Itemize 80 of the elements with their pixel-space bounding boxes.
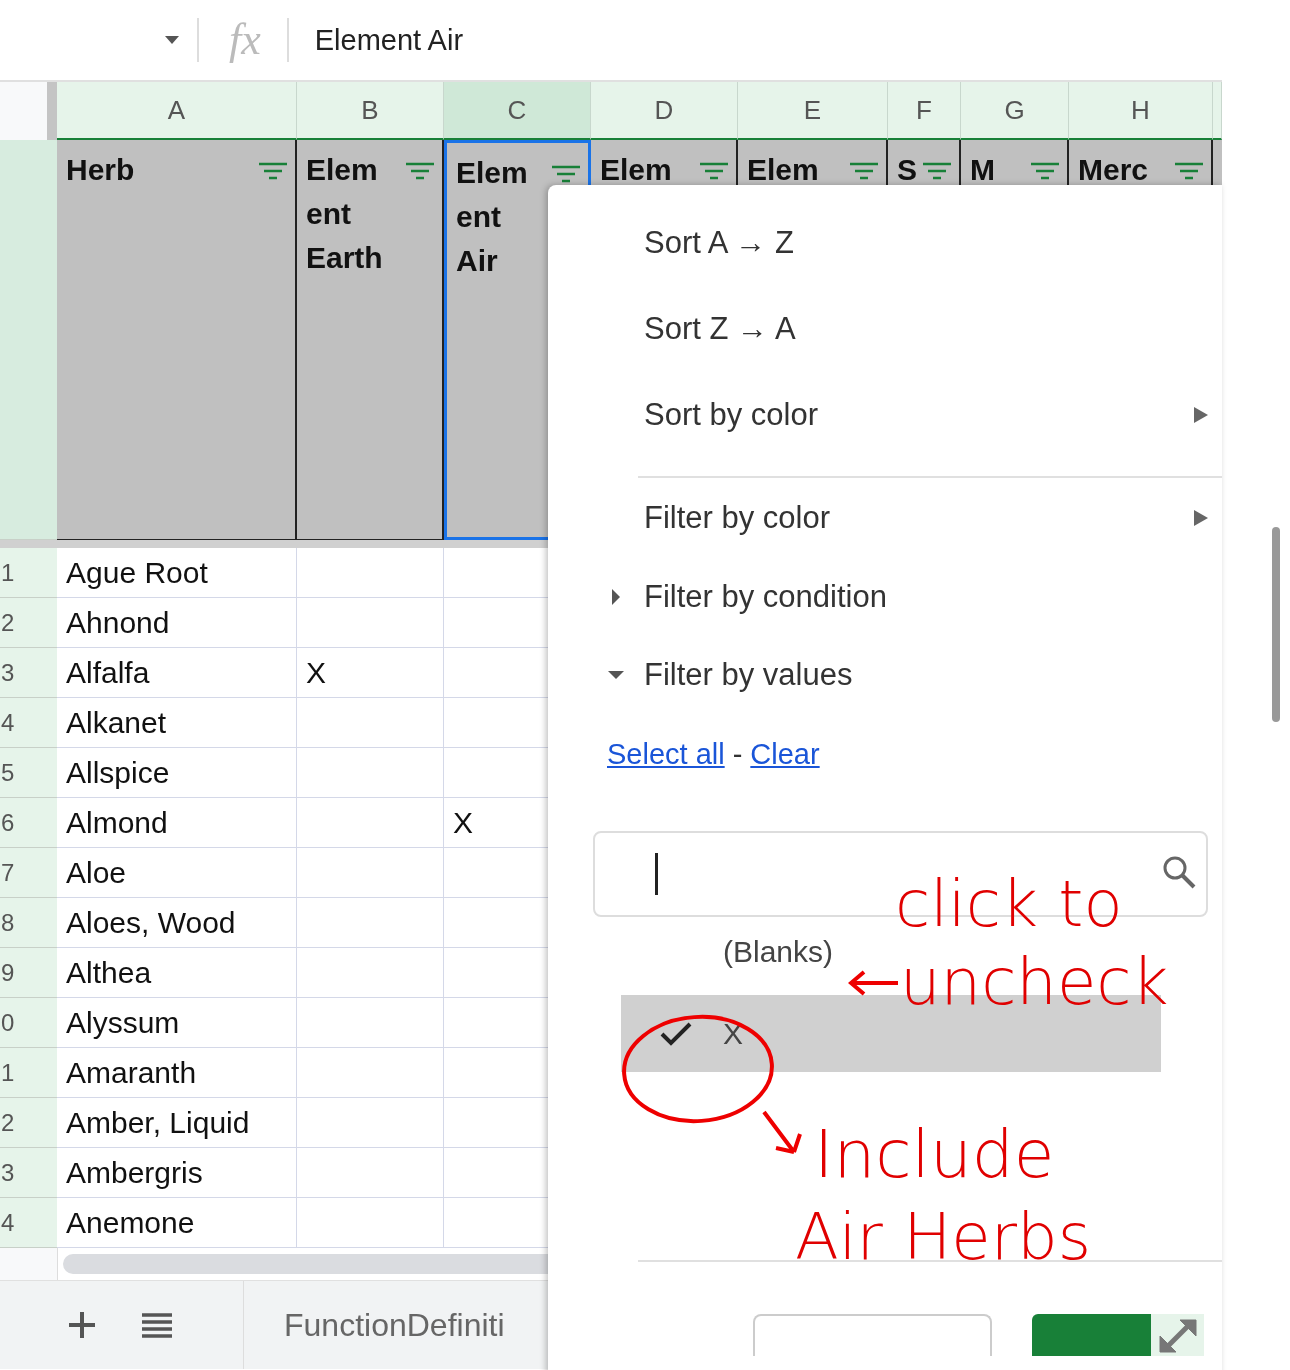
search-icon[interactable] [1162,855,1196,889]
handwritten-note: click to [895,872,1123,936]
filter-icon[interactable] [700,162,728,180]
arrow-annotation [848,968,900,998]
column-header[interactable]: D [591,82,738,140]
row-number: 4 [0,1198,57,1248]
filter-icon[interactable] [1175,162,1203,180]
row-number: 9 [0,948,57,998]
menu-item[interactable]: Filter by color [644,478,1208,558]
column-header[interactable] [1213,82,1222,140]
filter-icon[interactable] [259,162,287,180]
header-cell-text: M [970,152,995,188]
row-number: 5 [0,748,57,798]
formula-input[interactable]: Element Air [314,23,464,57]
submenu-arrow-icon [1194,407,1208,423]
menu-section[interactable]: Filter by values [608,636,1208,714]
filter-link[interactable]: Select all [607,737,725,771]
table-cell: Alyssum [57,998,297,1048]
table-cell: Almond [57,798,297,848]
sheet-list-icon[interactable] [142,1312,172,1338]
table-cell: Allspice [57,748,297,798]
row-number: 3 [0,648,57,698]
table-cell: Anemone [57,1198,297,1248]
menu-item[interactable]: Sort A → Z [644,200,1208,286]
add-sheet-icon[interactable] [69,1312,95,1338]
row-number: 2 [0,598,57,648]
table-cell: Aloes, Wood [57,898,297,948]
row-number: 1 [0,1048,57,1098]
header-cell-text: Merc [1078,152,1149,188]
row-number: 7 [0,848,57,898]
header-cell-text: S [897,152,917,188]
filter-icon[interactable] [552,165,580,183]
table-cell: Ague Root [57,548,297,598]
select-all-corner[interactable] [0,82,57,140]
column-header[interactable]: A [57,82,297,140]
menu-section[interactable]: Filter by condition [608,558,1208,636]
table-cell: Alkanet [57,698,297,748]
column-header[interactable]: G [961,82,1069,140]
table-cell: Ahnond [57,598,297,648]
row-number: 1 [0,548,57,598]
table-cell: Aloe [57,848,297,898]
row-number: 0 [0,998,57,1048]
column-header[interactable]: H [1069,82,1213,140]
filter-icon[interactable] [406,162,434,180]
table-cell: Alfalfa [57,648,297,698]
filter-link[interactable]: Clear [750,737,820,771]
table-cell: Ambergris [57,1148,297,1198]
filter-icon[interactable] [850,162,878,180]
filter-icon[interactable] [1031,162,1059,180]
column-header[interactable]: E [738,82,888,140]
submenu-arrow-icon [1194,510,1208,526]
table-cell: Amber, Liquid [57,1098,297,1148]
menu-item[interactable]: Sort Z → A [644,286,1208,372]
row-number: 4 [0,698,57,748]
header-cell-text: Elem [747,152,819,188]
fx-label: fx [229,18,261,62]
sheet-tab[interactable]: FunctionDefiniti [284,1306,505,1344]
column-header[interactable]: C [444,82,591,140]
table-cell: Althea [57,948,297,998]
handwritten-note: Air Herbs [795,1205,1091,1269]
header-cell-text: Herb [66,152,135,188]
menu-item[interactable]: Sort by color [644,372,1208,458]
dropdown-icon[interactable] [165,36,179,44]
row-number: 6 [0,798,57,848]
link-separator: - [732,737,743,771]
filter-value-option[interactable]: (Blanks) [621,917,834,987]
header-cell-text: Elem ent Earth [306,152,383,276]
row-number: 8 [0,898,57,948]
handwritten-note: Include [814,1122,1055,1188]
column-header[interactable]: F [888,82,961,140]
header-cell-text: Elem ent Air [456,155,528,279]
column-header[interactable]: B [297,82,444,140]
scrollbar-thumb[interactable] [1272,527,1280,722]
table-cell: X [297,648,444,698]
row-number: 2 [0,1098,57,1148]
header-cell-text: Elem [600,152,672,188]
filter-icon[interactable] [923,162,951,180]
row-number: 3 [0,1148,57,1198]
secondary-button[interactable] [753,1314,992,1356]
table-cell: Amaranth [57,1048,297,1098]
